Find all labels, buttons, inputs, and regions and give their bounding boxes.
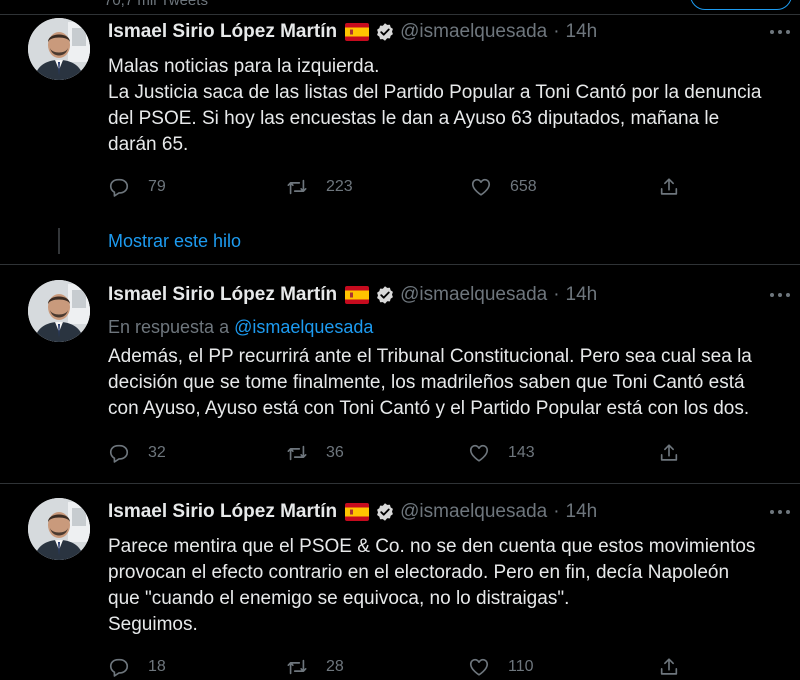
tweet-text-line: que "cuando el enemigo se equivoca, no l…	[108, 588, 570, 609]
like-button[interactable]: 143	[468, 442, 535, 464]
retweet-button[interactable]: 36	[286, 442, 344, 464]
show-thread-link[interactable]: Mostrar este hilo	[108, 231, 241, 252]
author-name[interactable]: Ismael Sirio López Martín	[108, 21, 337, 43]
timestamp[interactable]: 14h	[566, 284, 598, 306]
avatar[interactable]	[28, 18, 90, 80]
retweet-count: 28	[326, 658, 344, 675]
timestamp[interactable]: 14h	[566, 501, 598, 523]
reply-icon	[108, 656, 130, 678]
heart-icon	[468, 656, 490, 678]
like-button[interactable]: 110	[468, 656, 534, 678]
previous-header-fragment: 70,7 mil Tweets	[0, 0, 800, 14]
share-button[interactable]	[658, 656, 698, 678]
verified-badge-icon	[375, 22, 395, 42]
follow-button-edge[interactable]	[690, 0, 792, 10]
reply-prefix: En respuesta a	[108, 317, 230, 337]
retweet-icon	[286, 656, 308, 678]
retweet-icon	[286, 176, 308, 198]
spain-flag-icon	[345, 503, 369, 521]
separator-dot: ·	[553, 21, 560, 42]
tweet-header: Ismael Sirio López Martín @ismaelquesada…	[108, 283, 597, 307]
tweet-text-line: darán 65.	[108, 134, 189, 155]
retweet-button[interactable]: 223	[286, 176, 353, 198]
tweet-header: Ismael Sirio López Martín @ismaelquesada…	[108, 20, 597, 44]
like-count: 110	[508, 658, 534, 675]
tweet-actions: 32 36 143	[108, 442, 688, 466]
reply-icon	[108, 176, 130, 198]
tweet-count: 70,7 mil Tweets	[104, 0, 208, 9]
retweet-count: 223	[326, 178, 353, 195]
spain-flag-icon	[345, 286, 369, 304]
tweet-text-line: del PSOE. Si hoy las encuestas le dan a …	[108, 108, 720, 129]
divider	[0, 483, 800, 484]
reply-count: 32	[148, 444, 166, 461]
tweet-text: Parece mentira que el PSOE & Co. no se d…	[108, 534, 788, 638]
spain-flag-icon	[345, 23, 369, 41]
tweet-text-line: decisión que se tome finalmente, los mad…	[108, 372, 745, 393]
tweet-header: Ismael Sirio López Martín @ismaelquesada…	[108, 500, 597, 524]
retweet-count: 36	[326, 444, 344, 461]
reply-icon	[108, 442, 130, 464]
author-name[interactable]: Ismael Sirio López Martín	[108, 284, 337, 306]
like-button[interactable]: 658	[470, 176, 537, 198]
more-icon[interactable]	[768, 506, 792, 518]
divider	[0, 264, 800, 265]
reply-handle-link[interactable]: @ismaelquesada	[234, 317, 373, 337]
share-icon	[658, 656, 680, 678]
share-icon	[658, 176, 680, 198]
like-count: 143	[508, 444, 535, 461]
tweet-actions: 79 223 658	[108, 176, 688, 200]
separator-dot: ·	[553, 501, 560, 522]
thread-dots	[58, 228, 60, 254]
heart-icon	[468, 442, 490, 464]
tweet-text-line: Además, el PP recurrirá ante el Tribunal…	[108, 346, 752, 367]
author-name[interactable]: Ismael Sirio López Martín	[108, 501, 337, 523]
share-icon	[658, 442, 680, 464]
timestamp[interactable]: 14h	[566, 21, 598, 43]
author-handle[interactable]: @ismaelquesada	[400, 501, 547, 523]
heart-icon	[470, 176, 492, 198]
tweet-text-line: con Ayuso, Ayuso está con Toni Cantó y e…	[108, 398, 750, 419]
reply-button[interactable]: 18	[108, 656, 166, 678]
author-handle[interactable]: @ismaelquesada	[400, 21, 547, 43]
tweet-text: Malas noticias para la izquierda. La Jus…	[108, 54, 788, 158]
more-icon[interactable]	[768, 289, 792, 301]
avatar[interactable]	[28, 280, 90, 342]
retweet-icon	[286, 442, 308, 464]
share-button[interactable]	[658, 176, 698, 198]
tweet-actions: 18 28 110	[108, 656, 688, 680]
tweet-text-line: La Justicia saca de las listas del Parti…	[108, 82, 762, 103]
reply-button[interactable]: 79	[108, 176, 166, 198]
retweet-button[interactable]: 28	[286, 656, 344, 678]
like-count: 658	[510, 178, 537, 195]
tweet-text-line: Parece mentira que el PSOE & Co. no se d…	[108, 536, 756, 557]
more-icon[interactable]	[768, 26, 792, 38]
reply-count: 79	[148, 178, 166, 195]
avatar[interactable]	[28, 498, 90, 560]
verified-badge-icon	[375, 285, 395, 305]
share-button[interactable]	[658, 442, 698, 464]
tweet-text-line: Seguimos.	[108, 614, 198, 635]
tweet-text-line: Malas noticias para la izquierda.	[108, 56, 380, 77]
separator-dot: ·	[553, 284, 560, 305]
reply-button[interactable]: 32	[108, 442, 166, 464]
tweet-text-line: provocan el efecto contrario en el elect…	[108, 562, 730, 583]
reply-count: 18	[148, 658, 166, 675]
reply-context: En respuesta a @ismaelquesada	[108, 317, 373, 338]
verified-badge-icon	[375, 502, 395, 522]
author-handle[interactable]: @ismaelquesada	[400, 284, 547, 306]
divider	[0, 14, 800, 15]
tweet-text: Además, el PP recurrirá ante el Tribunal…	[108, 344, 788, 422]
